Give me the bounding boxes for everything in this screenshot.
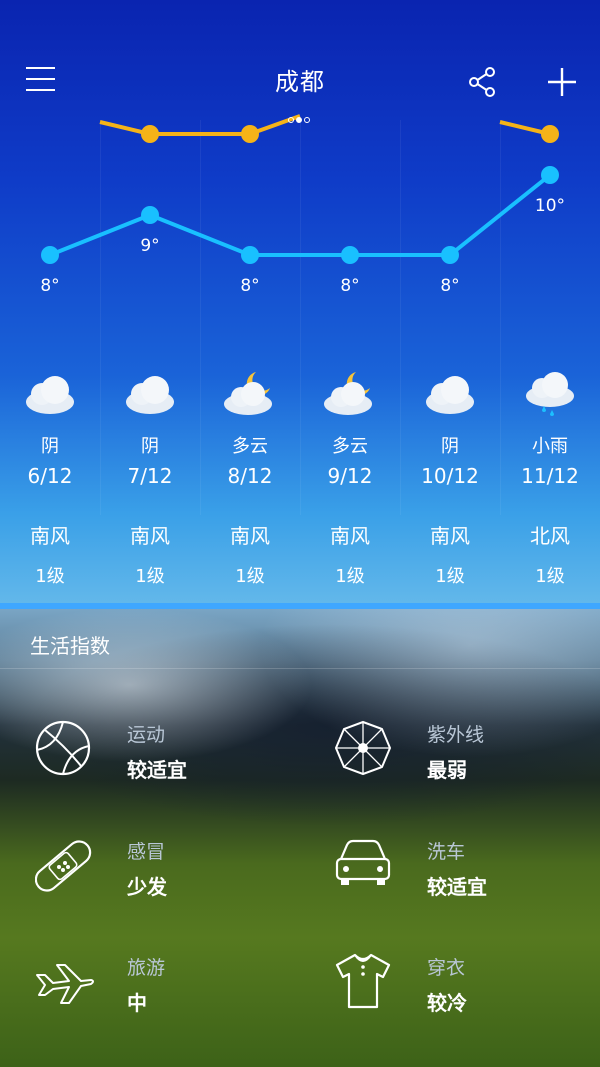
temp-label: 8° xyxy=(440,276,459,296)
wind-level: 1级 xyxy=(35,566,65,587)
temp-label: 9° xyxy=(140,236,159,256)
cloud-moon-icon xyxy=(224,372,272,415)
forecast-day[interactable]: 多云 9/12 xyxy=(300,360,400,500)
wind-item: 南风 1级 xyxy=(400,520,500,588)
forecast-condition: 小雨 xyxy=(532,436,568,457)
low-temp-point xyxy=(141,206,159,224)
temp-label: 8° xyxy=(340,276,359,296)
wind-level: 1级 xyxy=(235,566,265,587)
cloudy-icon xyxy=(126,376,174,414)
wind-direction: 南风 xyxy=(430,524,470,548)
temp-label: 10° xyxy=(535,196,565,216)
low-temp-line xyxy=(49,173,552,257)
high-temp-point xyxy=(241,125,259,143)
forecast-condition: 多云 xyxy=(332,436,368,457)
wind-item: 北风 1级 xyxy=(500,520,600,588)
car-icon xyxy=(335,839,391,885)
index-value: 少发 xyxy=(127,875,167,899)
temp-label: 8° xyxy=(240,276,259,296)
index-name: 感冒 xyxy=(127,841,166,863)
wind-item: 南风 1级 xyxy=(100,520,200,588)
forecast-date: 10/12 xyxy=(421,464,479,488)
forecast-day[interactable]: 小雨 11/12 xyxy=(500,360,600,500)
wind-direction: 南风 xyxy=(330,524,370,548)
low-temp-point xyxy=(241,246,259,264)
forecast-day[interactable]: 多云 8/12 xyxy=(200,360,300,500)
page-dot-active xyxy=(296,117,302,123)
forecast-date: 6/12 xyxy=(27,464,73,488)
wind-row: 南风 1级 南风 1级 南风 1级 南风 1级 南风 1级 北风 1级 xyxy=(0,520,600,590)
index-value: 最弱 xyxy=(427,758,467,782)
wind-direction: 北风 xyxy=(530,524,570,548)
low-temp-point xyxy=(541,166,559,184)
page-indicator xyxy=(287,108,311,123)
wind-direction: 南风 xyxy=(130,524,170,548)
forecast-condition: 阴 xyxy=(441,436,459,457)
index-name: 洗车 xyxy=(427,841,466,863)
life-index-travel[interactable]: 旅游 中 xyxy=(35,953,325,1033)
life-index-cold[interactable]: 感冒 少发 xyxy=(35,837,325,917)
wind-direction: 南风 xyxy=(30,524,70,548)
add-city-icon[interactable] xyxy=(546,66,578,98)
index-value: 较冷 xyxy=(427,991,467,1015)
forecast-date: 9/12 xyxy=(327,464,373,488)
forecast-condition: 阴 xyxy=(41,436,59,457)
low-temp-point xyxy=(441,246,459,264)
forecast-date: 11/12 xyxy=(521,464,579,488)
life-index-uv[interactable]: 紫外线 最弱 xyxy=(335,720,600,800)
page-dot xyxy=(304,117,310,123)
temp-label: 8° xyxy=(40,276,59,296)
wind-level: 1级 xyxy=(335,566,365,587)
life-index-title: 生活指数 xyxy=(30,634,110,658)
page-dot xyxy=(288,117,294,123)
wind-item: 南风 1级 xyxy=(0,520,100,588)
section-divider xyxy=(0,603,600,609)
light-rain-icon xyxy=(526,372,574,416)
high-temp-point xyxy=(141,125,159,143)
index-value: 较适宜 xyxy=(427,875,487,899)
umbrella-icon xyxy=(335,720,392,776)
forecast-condition: 阴 xyxy=(141,436,159,457)
wind-direction: 南风 xyxy=(230,524,270,548)
index-name: 紫外线 xyxy=(427,724,485,746)
wind-item: 南风 1级 xyxy=(300,520,400,588)
top-bar: 成都 xyxy=(0,50,600,123)
cloudy-icon xyxy=(26,376,74,414)
wind-level: 1级 xyxy=(135,566,165,587)
forecast-day[interactable]: 阴 6/12 xyxy=(0,360,100,500)
cloud-moon-icon xyxy=(324,372,372,415)
index-value: 较适宜 xyxy=(127,758,187,782)
wind-level: 1级 xyxy=(435,566,465,587)
high-temp-series xyxy=(99,114,559,143)
life-index-clothing[interactable]: 穿衣 较冷 xyxy=(335,953,600,1033)
city-title[interactable]: 成都 xyxy=(0,62,600,97)
forecast-day[interactable]: 阴 7/12 xyxy=(100,360,200,500)
index-name: 穿衣 xyxy=(427,957,466,979)
index-value: 中 xyxy=(127,991,147,1015)
low-temp-series: 8° 9° 8° 8° 8° 10° xyxy=(40,166,565,296)
low-temp-point xyxy=(341,246,359,264)
life-index-sport[interactable]: 运动 较适宜 xyxy=(35,720,325,800)
high-temp-point xyxy=(541,125,559,143)
forecast-condition: 多云 xyxy=(232,436,268,457)
tshirt-icon xyxy=(335,953,391,1009)
bandage-icon xyxy=(35,840,92,892)
basketball-icon xyxy=(35,720,91,776)
wind-level: 1级 xyxy=(535,566,565,587)
wind-item: 南风 1级 xyxy=(200,520,300,588)
cloudy-icon xyxy=(426,376,474,414)
forecast-date: 8/12 xyxy=(227,464,273,488)
airplane-icon xyxy=(36,964,94,1004)
daily-forecast: 阴 6/12 阴 7/12 多云 8/12 多云 9/12 阴 10/12 小雨… xyxy=(0,360,600,500)
low-temp-point xyxy=(41,246,59,264)
forecast-day[interactable]: 阴 10/12 xyxy=(400,360,500,500)
life-index-carwash[interactable]: 洗车 较适宜 xyxy=(335,837,600,917)
index-name: 运动 xyxy=(127,724,166,746)
divider xyxy=(0,668,600,669)
forecast-date: 7/12 xyxy=(127,464,173,488)
share-icon[interactable] xyxy=(466,66,498,98)
index-name: 旅游 xyxy=(127,957,166,979)
